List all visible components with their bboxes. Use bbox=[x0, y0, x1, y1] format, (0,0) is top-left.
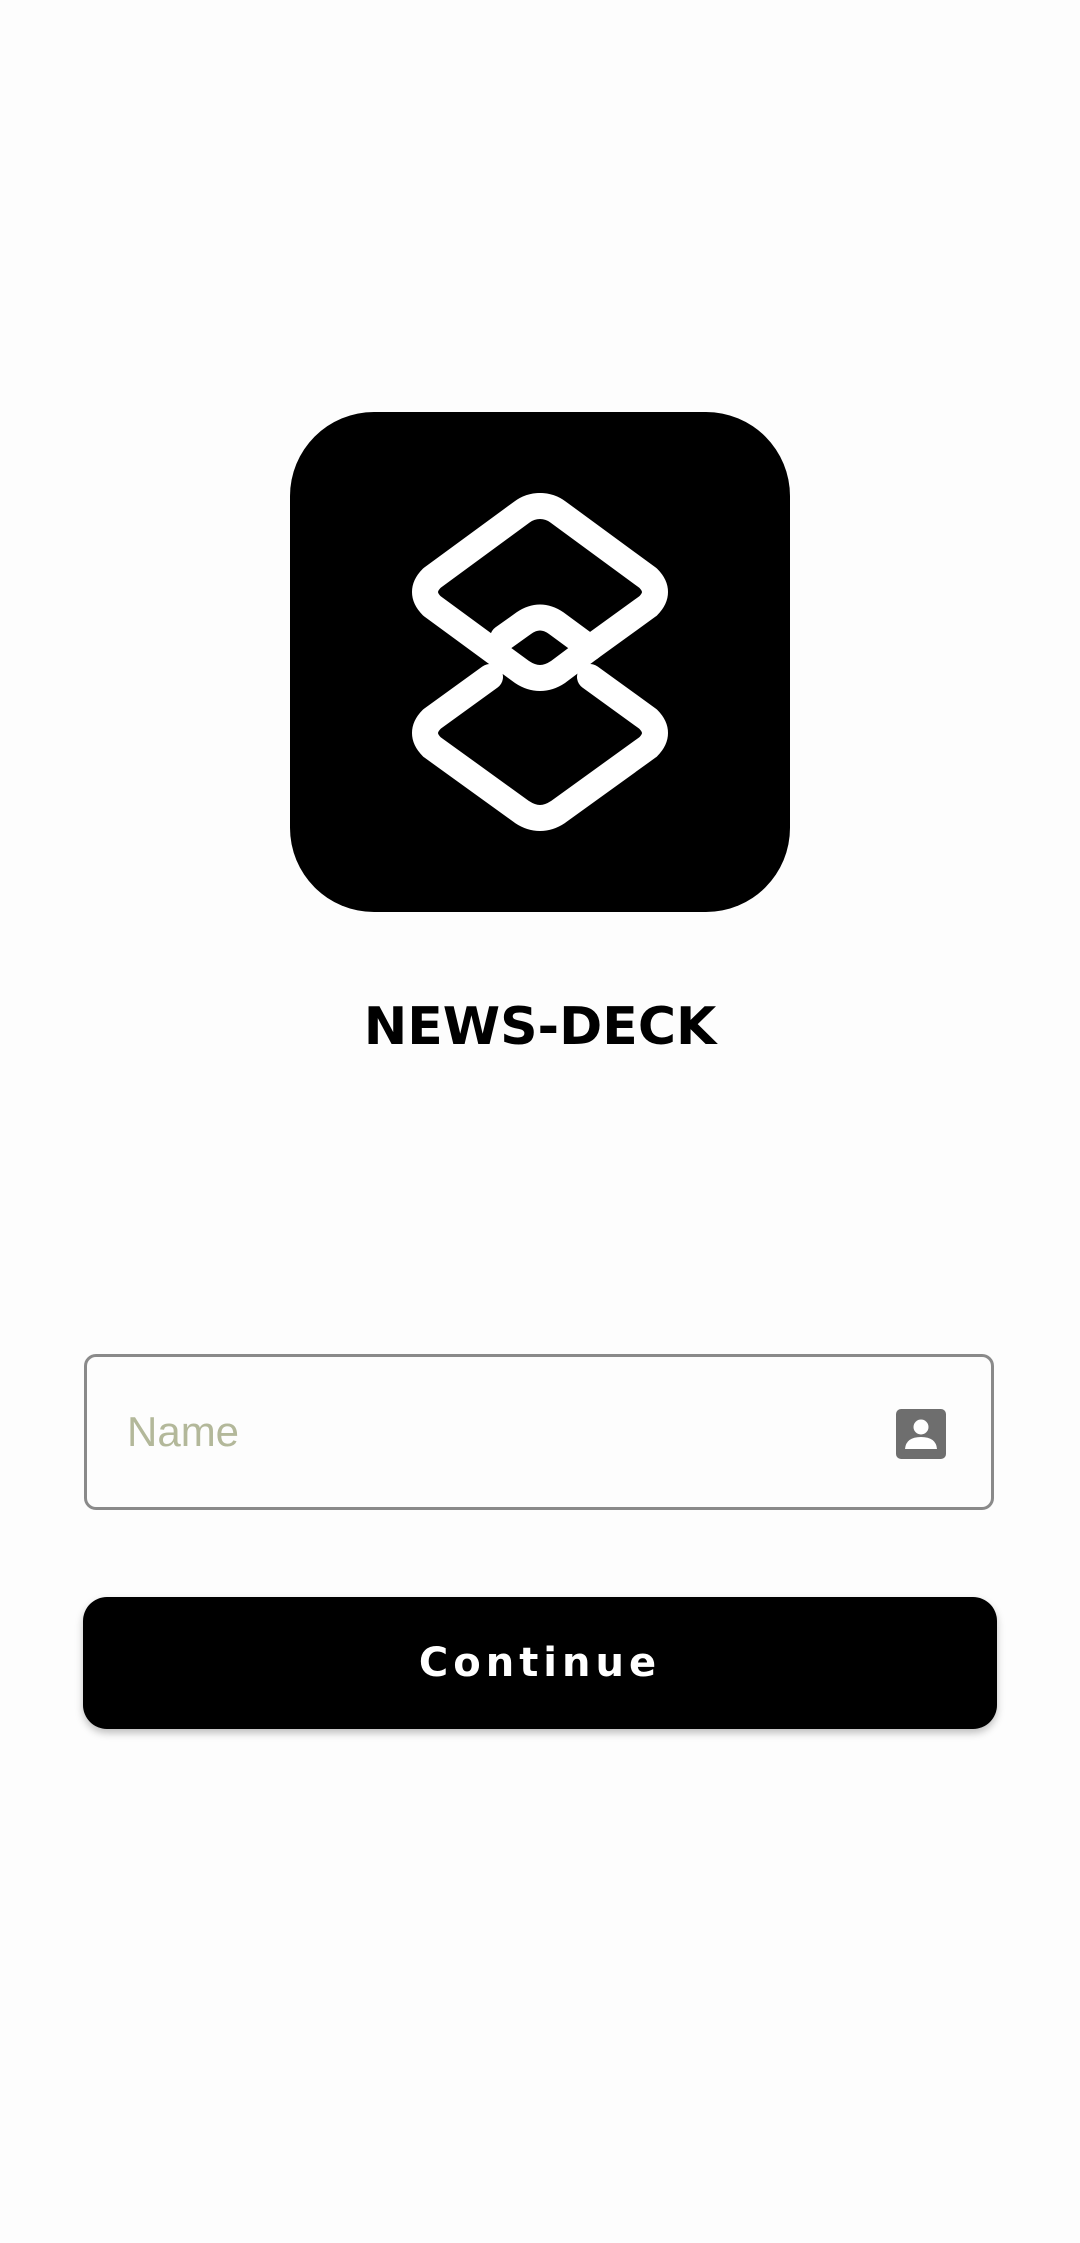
name-input[interactable] bbox=[127, 1357, 907, 1507]
name-field[interactable] bbox=[84, 1354, 994, 1510]
news-deck-logo-icon bbox=[412, 493, 668, 831]
app-title: NEWS-DECK bbox=[363, 997, 717, 1057]
contact-card-icon bbox=[896, 1409, 946, 1459]
continue-button-label: Continue bbox=[418, 1640, 662, 1686]
app-logo bbox=[290, 412, 790, 912]
continue-button[interactable]: Continue bbox=[83, 1597, 997, 1729]
